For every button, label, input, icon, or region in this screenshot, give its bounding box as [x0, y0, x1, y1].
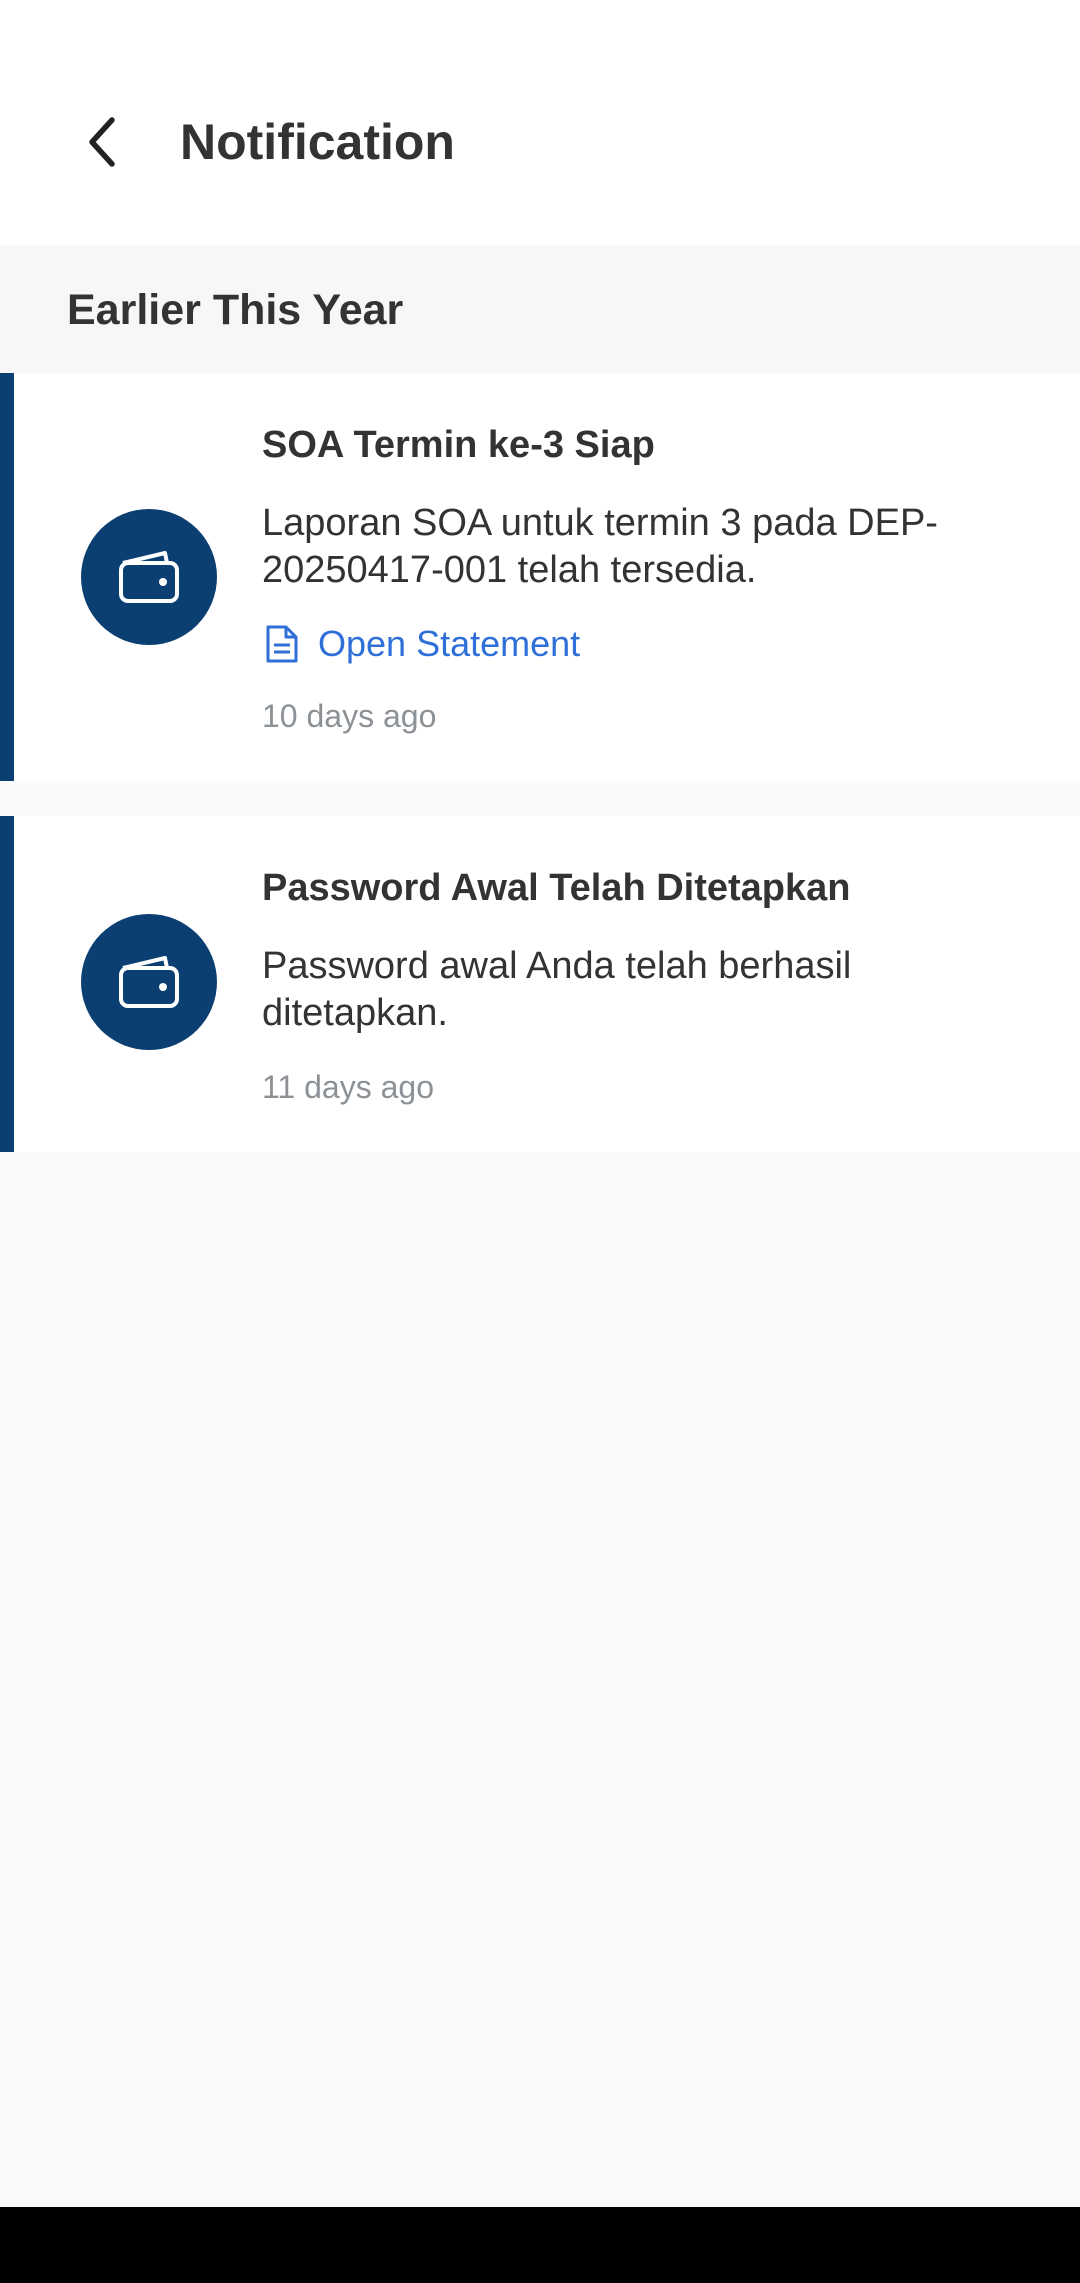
back-button[interactable]	[60, 100, 144, 184]
wallet-icon	[119, 956, 179, 1008]
system-navigation-bar	[0, 2207, 1080, 2283]
notification-body: Laporan SOA untuk termin 3 pada DEP-2025…	[262, 502, 938, 591]
open-statement-link[interactable]: Open Statement	[262, 620, 580, 668]
wallet-icon	[119, 551, 179, 603]
section-title: Earlier This Year	[67, 286, 404, 334]
open-statement-label: Open Statement	[318, 623, 581, 664]
app-bar: Notification	[0, 0, 1080, 245]
notification-card[interactable]: Password Awal Telah Ditetapkan Password …	[0, 816, 1080, 1152]
document-icon	[262, 624, 302, 664]
card-accent-bar	[0, 816, 14, 1152]
notification-title: SOA Termin ke-3 Siap	[262, 424, 655, 466]
notification-card[interactable]: SOA Termin ke-3 Siap Laporan SOA untuk t…	[0, 373, 1080, 781]
notification-title: Password Awal Telah Ditetapkan	[262, 867, 851, 909]
card-avatar	[81, 509, 217, 645]
notification-body: Password awal Anda telah berhasil diteta…	[262, 945, 852, 1034]
chevron-left-icon	[89, 117, 115, 167]
page-title: Notification	[180, 114, 455, 170]
notification-time: 11 days ago	[262, 1069, 434, 1105]
card-avatar	[81, 914, 217, 1050]
card-accent-bar	[0, 373, 14, 781]
notification-time: 10 days ago	[262, 698, 437, 734]
